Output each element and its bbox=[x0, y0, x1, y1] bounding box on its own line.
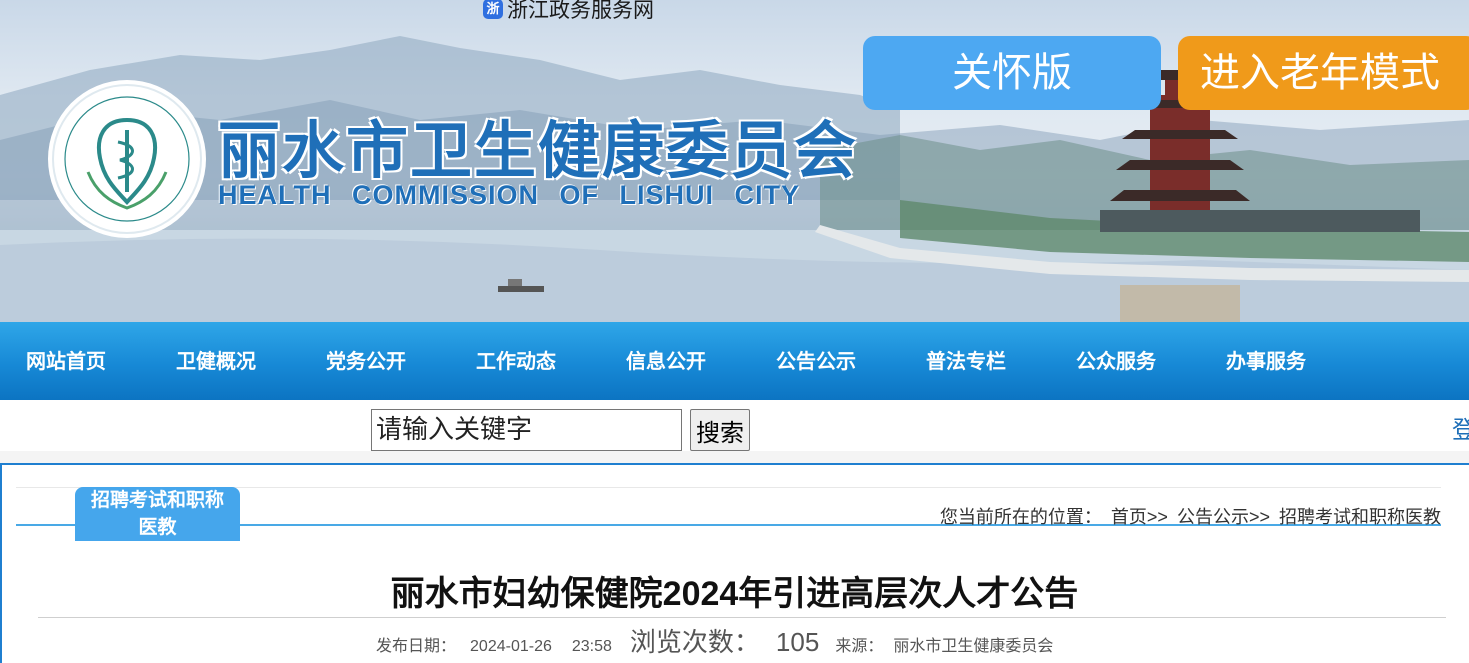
views-label: 浏览次数： bbox=[629, 627, 760, 657]
publish-time: 23:58 bbox=[571, 638, 612, 655]
breadcrumb: 您当前所在的位置： 首页>> 公告公示>> 招聘考试和职称医教 bbox=[936, 503, 1441, 529]
publish-date: 2024-01-26 bbox=[470, 638, 552, 655]
article-title: 丽水市妇幼保健院2024年引进高层次人才公告 bbox=[390, 575, 1079, 613]
nav-overview[interactable]: 卫健概况 bbox=[176, 322, 256, 400]
article-meta: 发布日期： 2024-01-26 23:58 浏览次数： 105 来源： 丽水市… bbox=[376, 622, 1053, 659]
login-link[interactable]: 登 bbox=[1452, 410, 1469, 445]
zhejiang-gov-label: 浙江政务服务网 bbox=[507, 0, 654, 22]
nav-notices[interactable]: 公告公示 bbox=[776, 322, 856, 400]
site-title-en: HEALTH COMMISSION OF LISHUI CITY bbox=[218, 180, 800, 210]
nav-info[interactable]: 信息公开 bbox=[626, 322, 706, 400]
breadcrumb-notices[interactable]: 公告公示>> bbox=[1177, 507, 1270, 527]
breadcrumb-current[interactable]: 招聘考试和职称医教 bbox=[1279, 507, 1441, 527]
header-banner: 浙 浙江政务服务网 关怀版 进入老年模式 丽水市卫生健康委员会 HEALTH C… bbox=[0, 0, 1469, 322]
category-tab[interactable]: 招聘考试和职称 医教 bbox=[75, 487, 240, 541]
commission-logo bbox=[48, 80, 206, 238]
care-version-button[interactable]: 关怀版 bbox=[863, 36, 1161, 110]
divider bbox=[0, 451, 1469, 463]
nav-services[interactable]: 办事服务 bbox=[1226, 322, 1306, 400]
search-button[interactable]: 搜索 bbox=[690, 409, 750, 451]
date-label: 发布日期： bbox=[376, 638, 457, 655]
category-tab-line1: 招聘考试和职称 bbox=[90, 490, 224, 511]
source-label: 来源： bbox=[835, 638, 884, 655]
breadcrumb-prefix: 您当前所在的位置： bbox=[939, 507, 1102, 527]
breadcrumb-home[interactable]: 首页>> bbox=[1111, 507, 1168, 527]
divider bbox=[38, 617, 1446, 618]
nav-home[interactable]: 网站首页 bbox=[26, 322, 106, 400]
nav-party[interactable]: 党务公开 bbox=[326, 322, 406, 400]
category-tab-line2: 医教 bbox=[138, 517, 177, 538]
main-nav: 网站首页 卫健概况 党务公开 工作动态 信息公开 公告公示 普法专栏 公众服务 … bbox=[0, 322, 1469, 400]
zhejiang-gov-link[interactable]: 浙 浙江政务服务网 bbox=[483, 0, 654, 24]
source-value: 丽水市卫生健康委员会 bbox=[893, 638, 1054, 655]
search-input[interactable] bbox=[371, 409, 682, 451]
elder-mode-button[interactable]: 进入老年模式 bbox=[1178, 36, 1469, 110]
nav-news[interactable]: 工作动态 bbox=[476, 322, 556, 400]
site-title-cn: 丽水市卫生健康委员会 bbox=[218, 117, 859, 186]
zhejiang-gov-icon: 浙 bbox=[483, 0, 503, 19]
views-count: 105 bbox=[775, 627, 820, 657]
nav-public[interactable]: 公众服务 bbox=[1076, 322, 1156, 400]
nav-law[interactable]: 普法专栏 bbox=[926, 322, 1006, 400]
